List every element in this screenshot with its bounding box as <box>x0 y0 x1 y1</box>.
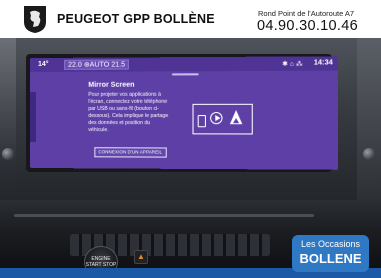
dealer-phone: 04.90.30.10.46 <box>257 18 358 34</box>
dashboard-trim <box>14 214 314 217</box>
status-bar: 14° 22.0 ⊛AUTO 21.5 ✱ ⌂ ⁂ 14:34 <box>30 56 339 72</box>
outside-temperature: 14° <box>37 60 49 68</box>
dealer-header: PEUGEOT GPP BOLLÈNE Rond Point de l'Auto… <box>0 0 381 38</box>
connect-device-button[interactable]: CONNEXION D'UN APPAREIL <box>94 147 167 158</box>
engine-start-label: ENGINE START STOP <box>85 256 117 268</box>
clock: 14:34 <box>313 59 333 67</box>
side-menu-tab[interactable] <box>30 91 36 143</box>
mirror-screen-description: Pour projeter vos applications à l'écran… <box>88 91 169 134</box>
infotainment-screen: 14° 22.0 ⊛AUTO 21.5 ✱ ⌂ ⁂ 14:34 Mirror S… <box>30 56 339 170</box>
phone-icon <box>197 115 206 128</box>
peugeot-lion-icon <box>24 6 46 33</box>
navigation-icon <box>229 109 243 125</box>
badge-line2: BOLLENE <box>299 251 362 266</box>
dealer-name: PEUGEOT GPP BOLLÈNE <box>57 12 215 26</box>
badge-line1: Les Occasions <box>300 239 361 249</box>
occasions-badge: Les Occasions BOLLENE <box>292 235 369 272</box>
climate-control[interactable]: 22.0 ⊛AUTO 21.5 <box>64 59 130 70</box>
play-icon <box>210 111 223 125</box>
drag-handle[interactable] <box>171 73 199 76</box>
mirror-screen-title: Mirror Screen <box>88 81 135 89</box>
status-icons: ✱ ⌂ ⁂ <box>282 60 303 68</box>
dealer-address: Rond Point de l'Autoroute A7 <box>258 9 355 18</box>
left-control-knob <box>2 148 14 160</box>
right-control-knob <box>363 148 375 160</box>
hazard-icon[interactable]: ▲ <box>134 250 148 264</box>
